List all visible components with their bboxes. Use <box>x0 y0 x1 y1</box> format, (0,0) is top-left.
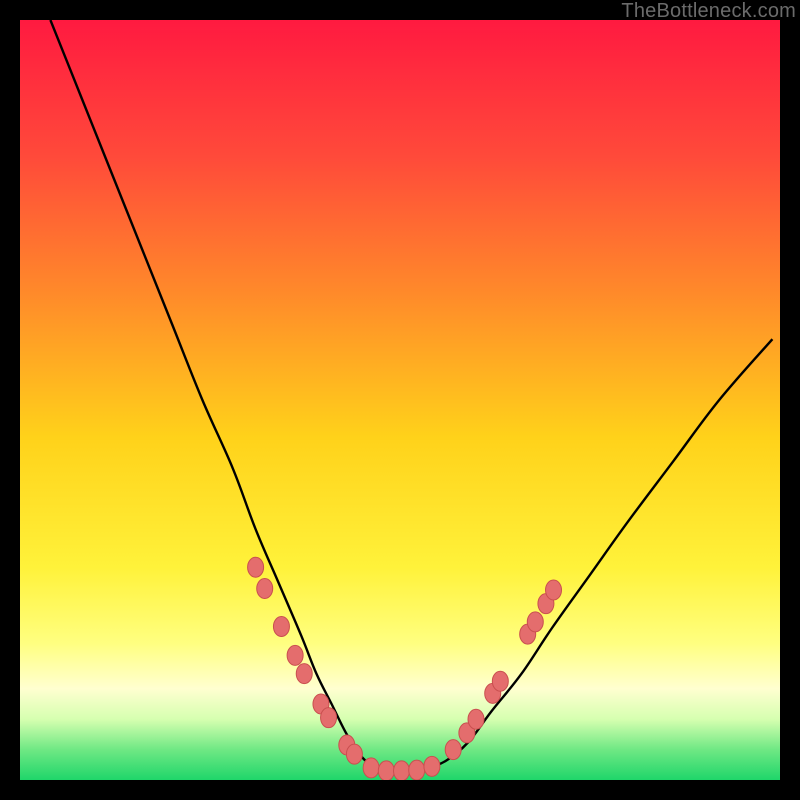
curve-marker <box>363 758 379 778</box>
curve-marker <box>346 744 362 764</box>
curve-marker <box>546 580 562 600</box>
curve-marker <box>321 708 337 728</box>
curve-marker <box>468 709 484 729</box>
curve-marker <box>296 664 312 684</box>
plot-area <box>20 20 780 780</box>
curve-marker <box>424 756 440 776</box>
stage: TheBottleneck.com <box>0 0 800 800</box>
curve-marker <box>527 612 543 632</box>
curve-marker <box>273 616 289 636</box>
curve-marker <box>378 761 394 780</box>
curve-marker <box>445 740 461 760</box>
chart-svg <box>20 20 780 780</box>
watermark-text: TheBottleneck.com <box>621 0 796 23</box>
curve-marker <box>257 578 273 598</box>
curve-marker <box>287 645 303 665</box>
gradient-background <box>20 20 780 780</box>
curve-marker <box>492 671 508 691</box>
curve-marker <box>394 761 410 780</box>
curve-marker <box>248 557 264 577</box>
curve-marker <box>409 760 425 780</box>
